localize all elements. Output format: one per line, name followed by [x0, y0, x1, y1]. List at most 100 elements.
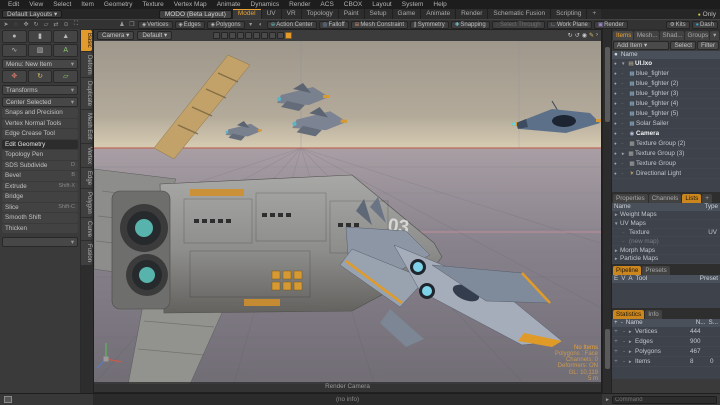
scale-axis-button[interactable]: ▱	[53, 70, 78, 83]
list-row-weight-maps[interactable]: ►Weight Maps	[612, 211, 720, 220]
lasso-tool-icon[interactable]: ◌	[12, 22, 20, 28]
pane-layout-icon[interactable]	[4, 396, 12, 403]
kits-button[interactable]: ⚙Kits	[666, 21, 690, 29]
layout-tab-model[interactable]: Model	[232, 9, 261, 19]
toolbox-item-bridge[interactable]: Bridge	[2, 192, 78, 202]
tab-mesh-ops[interactable]: Mesh...	[634, 31, 659, 40]
tab-overflow-dropdown[interactable]: ▾	[710, 31, 719, 40]
menu-render[interactable]: Render	[285, 0, 314, 9]
layout-tab-add[interactable]: +	[586, 9, 601, 19]
menu-acs[interactable]: ACS	[316, 0, 337, 9]
tab-pipeline[interactable]: Pipeline	[613, 266, 641, 275]
tab-statistics[interactable]: Statistics	[613, 310, 644, 319]
menu-animate[interactable]: Animate	[213, 0, 245, 9]
list-row-uv-maps[interactable]: ▼UV Maps	[612, 220, 720, 229]
layout-tab-topology[interactable]: Topology	[301, 9, 338, 19]
symmetry-button[interactable]: ∥Symmetry	[410, 21, 449, 29]
default-layouts-dropdown[interactable]: Default Layouts ▾	[2, 10, 62, 18]
scale-tool-icon[interactable]: ▱	[42, 21, 50, 28]
expander-icon[interactable]: ►	[628, 327, 635, 336]
work-plane-button[interactable]: ∟Work Plane	[547, 21, 592, 29]
layout-tab-render[interactable]: Render	[455, 9, 487, 19]
toolbox-item-sds-subdivide[interactable]: SDS SubdivideD	[2, 161, 78, 171]
add-item-button[interactable]: Add Item ▾	[613, 41, 669, 50]
tab-presets[interactable]: Presets	[642, 266, 669, 275]
globe-icon[interactable]: ◐	[257, 22, 265, 28]
toolbox-item-bevel[interactable]: BevelB	[2, 171, 78, 181]
sphere-primitive-button[interactable]: ●	[2, 30, 27, 43]
dash-button[interactable]: ●Dash	[692, 21, 718, 29]
item-row-blue-fighter-5[interactable]: ●–▦blue_fighter (5)	[612, 109, 720, 119]
scrollbar-thumb[interactable]	[605, 47, 610, 122]
toolbox-item-smooth-shift[interactable]: Smooth Shift	[2, 213, 78, 223]
tab-info[interactable]: Info	[645, 310, 662, 319]
toolbox-tab-basic[interactable]: Basic	[81, 30, 92, 51]
tab-channels[interactable]: Channels	[649, 194, 682, 203]
modo-beta-layout-button[interactable]: MODO (Beta Layout)	[159, 10, 232, 19]
cylinder-primitive-button[interactable]: ▮	[28, 30, 53, 43]
pen-icon[interactable]: ✎	[589, 32, 594, 39]
viewport-toggle-5[interactable]	[245, 32, 252, 39]
viewport-toggle-9[interactable]	[277, 32, 284, 39]
expand-selection-button[interactable]: +	[612, 337, 620, 346]
cone-primitive-button[interactable]: ▲	[53, 30, 78, 43]
items-mode-icon[interactable]: ♟	[118, 21, 126, 28]
viewport-toggle-4[interactable]	[237, 32, 244, 39]
expander-icon[interactable]: ►	[628, 347, 635, 356]
layout-tab-paint[interactable]: Paint	[338, 9, 364, 19]
viewport-toggle-active[interactable]	[285, 32, 292, 39]
shrink-selection-button[interactable]: -	[620, 337, 628, 346]
list-row-texture[interactable]: –TextureUV	[612, 229, 720, 238]
menu-texture[interactable]: Texture	[138, 0, 167, 9]
toolbox-item-snaps-precision[interactable]: Snaps and Precision	[2, 108, 78, 118]
select-filter-button[interactable]: Select	[670, 41, 696, 50]
layout-tab-animate[interactable]: Animate	[420, 9, 455, 19]
slide-tool-icon[interactable]: ⇄	[52, 21, 60, 28]
layout-tab-schematic-fusion[interactable]: Schematic Fusion	[487, 9, 550, 19]
stat-row-vertices[interactable]: +-►Vertices444	[612, 327, 720, 337]
toolbox-item-edge-crease-tool[interactable]: Edge Crease Tool	[2, 129, 78, 139]
viewport-shading-dropdown[interactable]: Default ▾	[137, 31, 172, 40]
menu-layout[interactable]: Layout	[368, 0, 396, 9]
eye-icon[interactable]: ●	[614, 81, 621, 86]
item-row-blue-fighter-2[interactable]: ●–▦blue_fighter (2)	[612, 79, 720, 89]
zoom-icon[interactable]: ◉	[582, 32, 587, 39]
viewport-camera-label[interactable]: Render Camera	[94, 382, 601, 392]
toolbox-tab-polygon[interactable]: Polygon	[81, 189, 92, 217]
shrink-selection-button[interactable]: -	[620, 357, 628, 366]
stat-row-edges[interactable]: +-►Edges900	[612, 337, 720, 347]
eye-icon[interactable]: ●	[614, 121, 621, 126]
new-item-menu[interactable]: Menu: New Item ▾	[2, 59, 78, 69]
toolbox-item-thicken[interactable]: Thicken	[2, 224, 78, 234]
item-row-blue-fighter-3[interactable]: ●–▦blue_fighter (3)	[612, 89, 720, 99]
item-row-blue-fighter-4[interactable]: ●–▦blue_fighter (4)	[612, 99, 720, 109]
item-row-texture-group-3[interactable]: ●►▩Texture Group (3)	[612, 149, 720, 159]
toolbox-tab-duplicate[interactable]: Duplicate	[81, 78, 92, 109]
orbit-back-icon[interactable]: ↺	[575, 32, 580, 39]
eye-icon[interactable]: ●	[614, 91, 621, 96]
toolbox-item-extrude[interactable]: ExtrudeShift-X	[2, 182, 78, 192]
viewport-scene[interactable]: 03	[94, 41, 601, 384]
expand-selection-button[interactable]: +	[612, 347, 620, 356]
right-panel-scrollbar[interactable]	[602, 29, 612, 393]
move-tool-icon[interactable]: ✥	[22, 21, 30, 28]
viewport-toggle-6[interactable]	[253, 32, 260, 39]
eye-icon[interactable]: ●	[614, 141, 621, 146]
toolbox-tab-vertex[interactable]: Vertex	[81, 144, 92, 167]
menu-geometry[interactable]: Geometry	[100, 0, 137, 9]
expander-icon[interactable]: ►	[628, 357, 635, 366]
viewport-toggle-8[interactable]	[269, 32, 276, 39]
toolbox-tab-edge[interactable]: Edge	[81, 168, 92, 188]
eye-icon[interactable]: ●	[614, 131, 621, 136]
polygons-mode-button[interactable]: ◈Polygons	[207, 21, 245, 29]
command-input[interactable]	[612, 396, 717, 404]
layout-tab-vr[interactable]: VR	[281, 9, 301, 19]
action-center-button[interactable]: ⊕Action Center	[267, 21, 317, 29]
viewport-camera-dropdown[interactable]: Camera ▾	[97, 31, 134, 40]
item-row-scene[interactable]: ●▼▤Ul.lxo	[612, 59, 720, 69]
toolbox-item-slice[interactable]: SliceShift-C	[2, 203, 78, 213]
menu-cbox[interactable]: CBOX	[340, 0, 366, 9]
eye-icon[interactable]: ●	[614, 171, 621, 176]
menu-edit[interactable]: Edit	[4, 0, 23, 9]
menu-dynamics[interactable]: Dynamics	[247, 0, 284, 9]
